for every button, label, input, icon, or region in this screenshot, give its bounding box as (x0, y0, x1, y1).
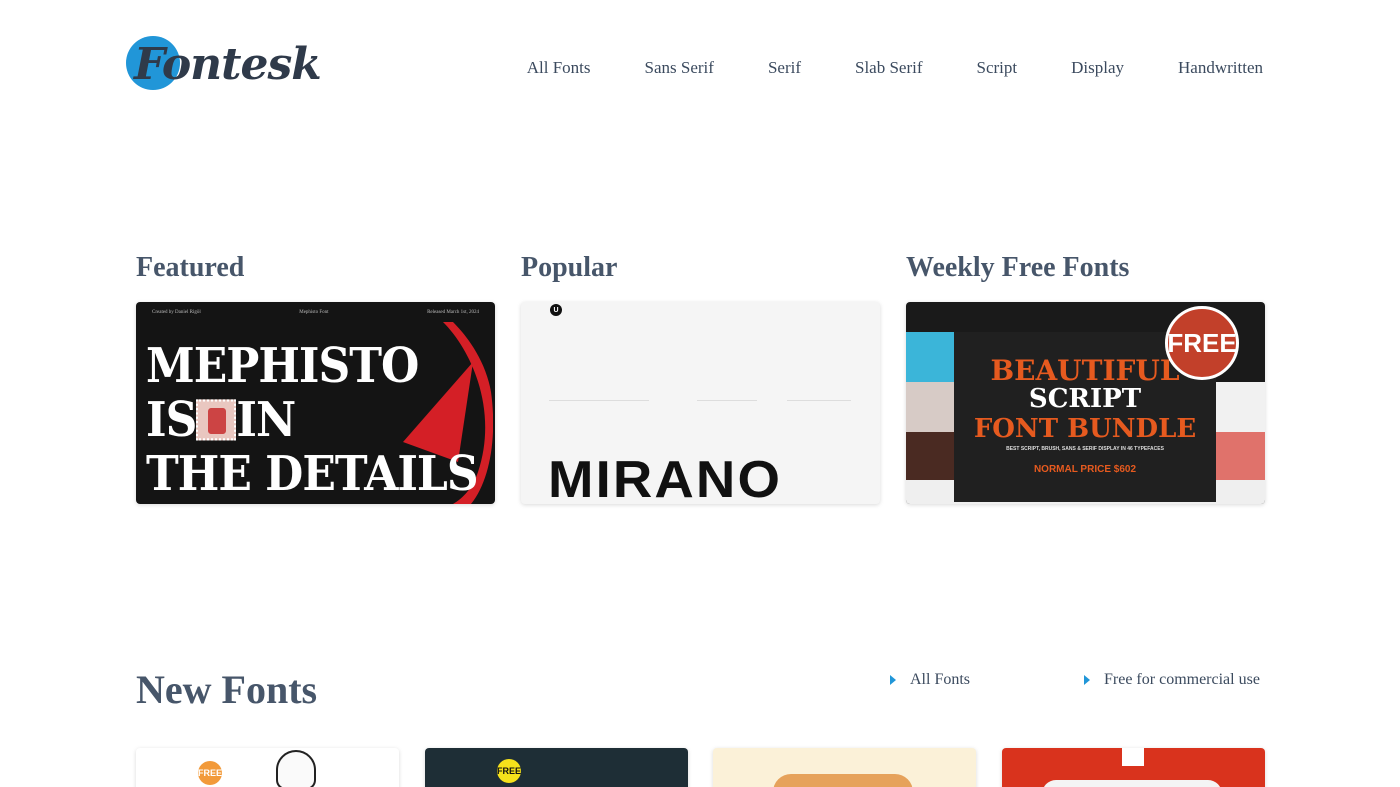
headline-line-2: IS IN (146, 392, 478, 448)
free-tag-icon: FREE (198, 761, 222, 785)
popular-title: Popular (521, 252, 618, 283)
site-logo[interactable]: Fontesk (126, 34, 322, 94)
featured-card[interactable]: Created by Daniel Rigöl Mephisto Font Re… (136, 302, 495, 504)
card-3-lettering-graphic (773, 774, 913, 787)
free-tag-icon: FREE (497, 759, 521, 783)
main-nav: All Fonts Sans Serif Serif Slab Serif Sc… (527, 58, 1263, 78)
new-font-card-2[interactable]: FREE (425, 748, 688, 787)
weekly-line-2: SCRIPT (1028, 384, 1142, 414)
weekly-price: NORMAL PRICE $602 (1033, 464, 1137, 475)
nav-slab-serif[interactable]: Slab Serif (855, 58, 923, 78)
featured-meta-1: Created by Daniel Rigöl (152, 310, 201, 315)
popular-card-engineer (787, 400, 851, 424)
logo-text: Fontesk (134, 38, 322, 90)
weekly-card[interactable]: BEAUTIFUL SCRIPT FONT BUNDLE BEST SCRIPT… (906, 302, 1265, 504)
link-free-commercial-label: Free for commercial use (1104, 671, 1260, 688)
popular-card-designer (697, 400, 757, 424)
card-4-lettering-graphic (1042, 780, 1222, 787)
featured-card-meta: Created by Daniel Rigöl Mephisto Font Re… (152, 310, 479, 315)
stamp-icon (196, 399, 237, 441)
new-font-card-4[interactable] (1002, 748, 1265, 787)
link-all-fonts[interactable]: All Fonts (890, 671, 970, 689)
character-illustration (276, 750, 316, 787)
nav-script[interactable]: Script (977, 58, 1018, 78)
headline-line-3: THE DETAILS (146, 446, 479, 502)
card-4-tab-graphic (1122, 748, 1144, 766)
nav-all-fonts[interactable]: All Fonts (527, 58, 591, 78)
popular-card-info (549, 400, 649, 424)
new-fonts-title: New Fonts (136, 667, 318, 712)
free-badge-icon: FREE (1165, 306, 1239, 380)
nav-display[interactable]: Display (1071, 58, 1124, 78)
headline-word-is: IS (146, 392, 197, 448)
new-font-card-3[interactable] (713, 748, 976, 787)
nav-sans-serif[interactable]: Sans Serif (645, 58, 714, 78)
nav-handwritten[interactable]: Handwritten (1178, 58, 1263, 78)
popular-card[interactable]: U MIRANO (521, 302, 880, 504)
weekly-title: Weekly Free Fonts (906, 252, 1130, 283)
link-free-commercial[interactable]: Free for commercial use (1084, 671, 1260, 689)
caret-right-icon (890, 675, 896, 685)
link-all-fonts-label: All Fonts (910, 671, 971, 688)
weekly-line-3: FONT BUNDLE (973, 414, 1197, 444)
headline-line-1: MEPHISTO (146, 338, 419, 394)
caret-right-icon (1084, 675, 1090, 685)
popular-card-word: MIRANO (548, 451, 783, 504)
site-header: Fontesk All Fonts Sans Serif Serif Slab … (0, 0, 1400, 130)
new-font-card-1[interactable]: FREE (136, 748, 399, 787)
featured-meta-3: Released March 1st, 2024 (427, 310, 479, 315)
featured-title: Featured (136, 252, 245, 283)
headline-word-in: IN (236, 392, 296, 448)
featured-card-headline: MEPHISTO IS IN THE DETAILS (146, 338, 479, 502)
featured-meta-2: Mephisto Font (299, 310, 329, 315)
popular-card-badge: U (550, 304, 562, 316)
weekly-sub: BEST SCRIPT, BRUSH, SANS & SERIF DISPLAY… (1006, 446, 1164, 452)
nav-serif[interactable]: Serif (768, 58, 801, 78)
